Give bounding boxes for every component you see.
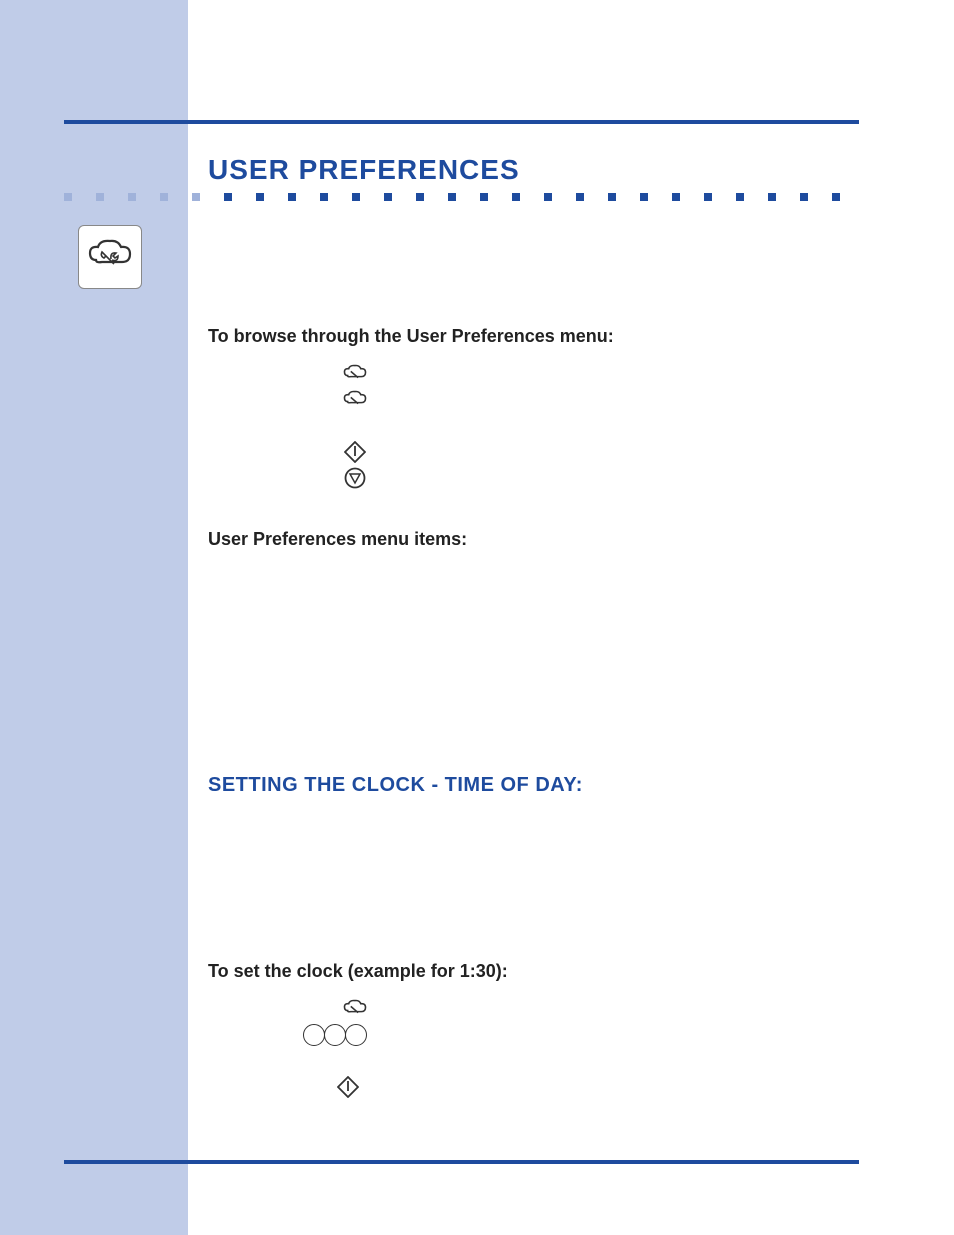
instruction-line <box>343 413 908 439</box>
wrench-cloud-icon <box>343 362 367 386</box>
instruction-line <box>336 1074 908 1100</box>
number-keys-icon <box>303 1024 366 1046</box>
instruction-line <box>343 1048 908 1074</box>
instruction-line <box>343 361 908 387</box>
instruction-line <box>343 996 908 1022</box>
instruction-line <box>343 387 908 413</box>
wrench-cloud-icon <box>343 997 367 1021</box>
spacer <box>208 813 908 923</box>
section-heading: SETTING THE CLOCK - TIME OF DAY: <box>208 774 908 797</box>
sidebar <box>0 0 188 1235</box>
content-area: USER PREFERENCES To browse through the U… <box>208 0 908 1235</box>
wrench-cloud-icon <box>88 238 132 276</box>
instruction-line <box>343 465 908 491</box>
instruction-line <box>343 439 908 465</box>
preferences-icon-box <box>78 225 142 289</box>
spacer <box>208 564 908 674</box>
clock-heading: To set the clock (example for 1:30): <box>208 961 908 982</box>
page-title: USER PREFERENCES <box>208 154 908 186</box>
menu-items-heading: User Preferences menu items: <box>208 529 908 550</box>
instruction-line <box>303 1022 908 1048</box>
browse-heading: To browse through the User Preferences m… <box>208 326 908 347</box>
wrench-cloud-icon <box>343 388 367 412</box>
stop-icon <box>343 466 367 490</box>
start-icon <box>336 1075 360 1099</box>
start-icon <box>343 440 367 464</box>
